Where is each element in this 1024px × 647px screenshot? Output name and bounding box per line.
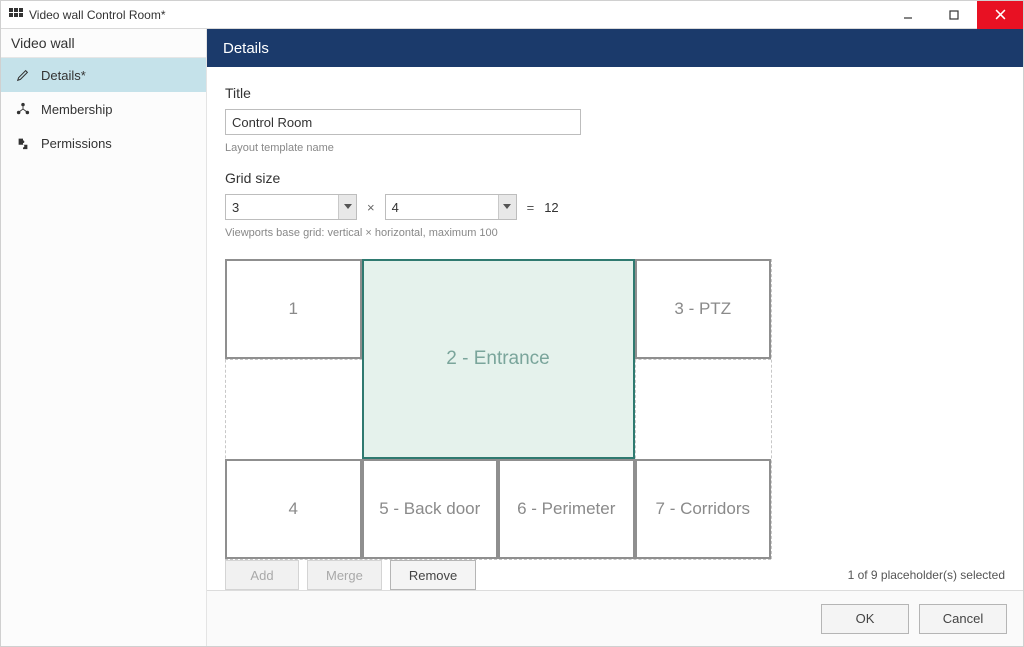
window-title: Video wall Control Room* (29, 8, 166, 22)
pencil-icon (15, 67, 31, 83)
title-label: Title (225, 85, 1005, 101)
title-input[interactable] (225, 109, 581, 135)
sidebar-item-label: Membership (41, 102, 113, 117)
merge-button[interactable]: Merge (307, 560, 382, 590)
grid-size-label: Grid size (225, 170, 1005, 186)
title-helper: Layout template name (225, 142, 1005, 154)
grid-cols-combo[interactable]: 4 (385, 194, 517, 220)
viewport-grid[interactable]: 12 - Entrance3 - PTZ45 - Back door6 - Pe… (225, 259, 771, 550)
sidebar-item-permissions[interactable]: Permissions (1, 126, 206, 160)
tree-icon (15, 101, 31, 117)
content: Title Layout template name Grid size 3 ×… (207, 67, 1023, 590)
details-header: Details (207, 29, 1023, 67)
chevron-down-icon (498, 195, 516, 219)
sidebar-item-label: Permissions (41, 136, 112, 151)
ok-button[interactable]: OK (821, 604, 909, 634)
window: Video wall Control Room* Video wall Deta… (0, 0, 1024, 647)
close-button[interactable] (977, 1, 1023, 29)
puzzle-icon (15, 135, 31, 151)
maximize-button[interactable] (931, 1, 977, 29)
sidebar-item-membership[interactable]: Membership (1, 92, 206, 126)
app-icon (9, 8, 23, 22)
add-button[interactable]: Add (225, 560, 299, 590)
footer: OK Cancel (207, 590, 1023, 646)
remove-button[interactable]: Remove (390, 560, 476, 590)
times-symbol: × (367, 200, 375, 215)
selection-status: 1 of 9 placeholder(s) selected (848, 568, 1005, 582)
titlebar: Video wall Control Room* (1, 1, 1023, 29)
minimize-button[interactable] (885, 1, 931, 29)
chevron-down-icon (338, 195, 356, 219)
body: Video wall Details* Membership Permissio… (1, 29, 1023, 646)
grid-helper: Viewports base grid: vertical × horizont… (225, 227, 1005, 239)
details-heading: Details (223, 40, 269, 57)
viewport-6[interactable]: 6 - Perimeter (498, 459, 635, 559)
grid-cols-value: 4 (392, 200, 399, 215)
grid-buttons: Add Merge Remove 1 of 9 placeholder(s) s… (225, 560, 1005, 590)
sidebar: Video wall Details* Membership Permissio… (1, 29, 207, 646)
viewport-3[interactable]: 3 - PTZ (635, 259, 772, 359)
editor-row: 12 - Entrance3 - PTZ 45 - Back door6 - Pe… (225, 259, 1005, 590)
grid-rows-combo[interactable]: 3 (225, 194, 357, 220)
grid-result: 12 (544, 200, 558, 215)
sidebar-header: Video wall (1, 29, 206, 58)
grid-editor: 12 - Entrance3 - PTZ 45 - Back door6 - Pe… (225, 259, 1005, 590)
viewport-7[interactable]: 7 - Corridors (635, 459, 772, 559)
grid-size-row: 3 × 4 = 12 (225, 194, 1005, 220)
equals-symbol: = (527, 200, 535, 215)
viewport-4[interactable]: 4 (225, 459, 362, 559)
grid-rows-value: 3 (232, 200, 239, 215)
sidebar-item-label: Details* (41, 68, 86, 83)
cancel-button[interactable]: Cancel (919, 604, 1007, 634)
viewport-1[interactable]: 1 (225, 259, 362, 359)
viewport-5[interactable]: 5 - Back door (362, 459, 499, 559)
sidebar-item-details[interactable]: Details* (1, 58, 206, 92)
main: Details Title Layout template name Grid … (207, 29, 1023, 646)
viewport-2[interactable]: 2 - Entrance (362, 259, 635, 459)
